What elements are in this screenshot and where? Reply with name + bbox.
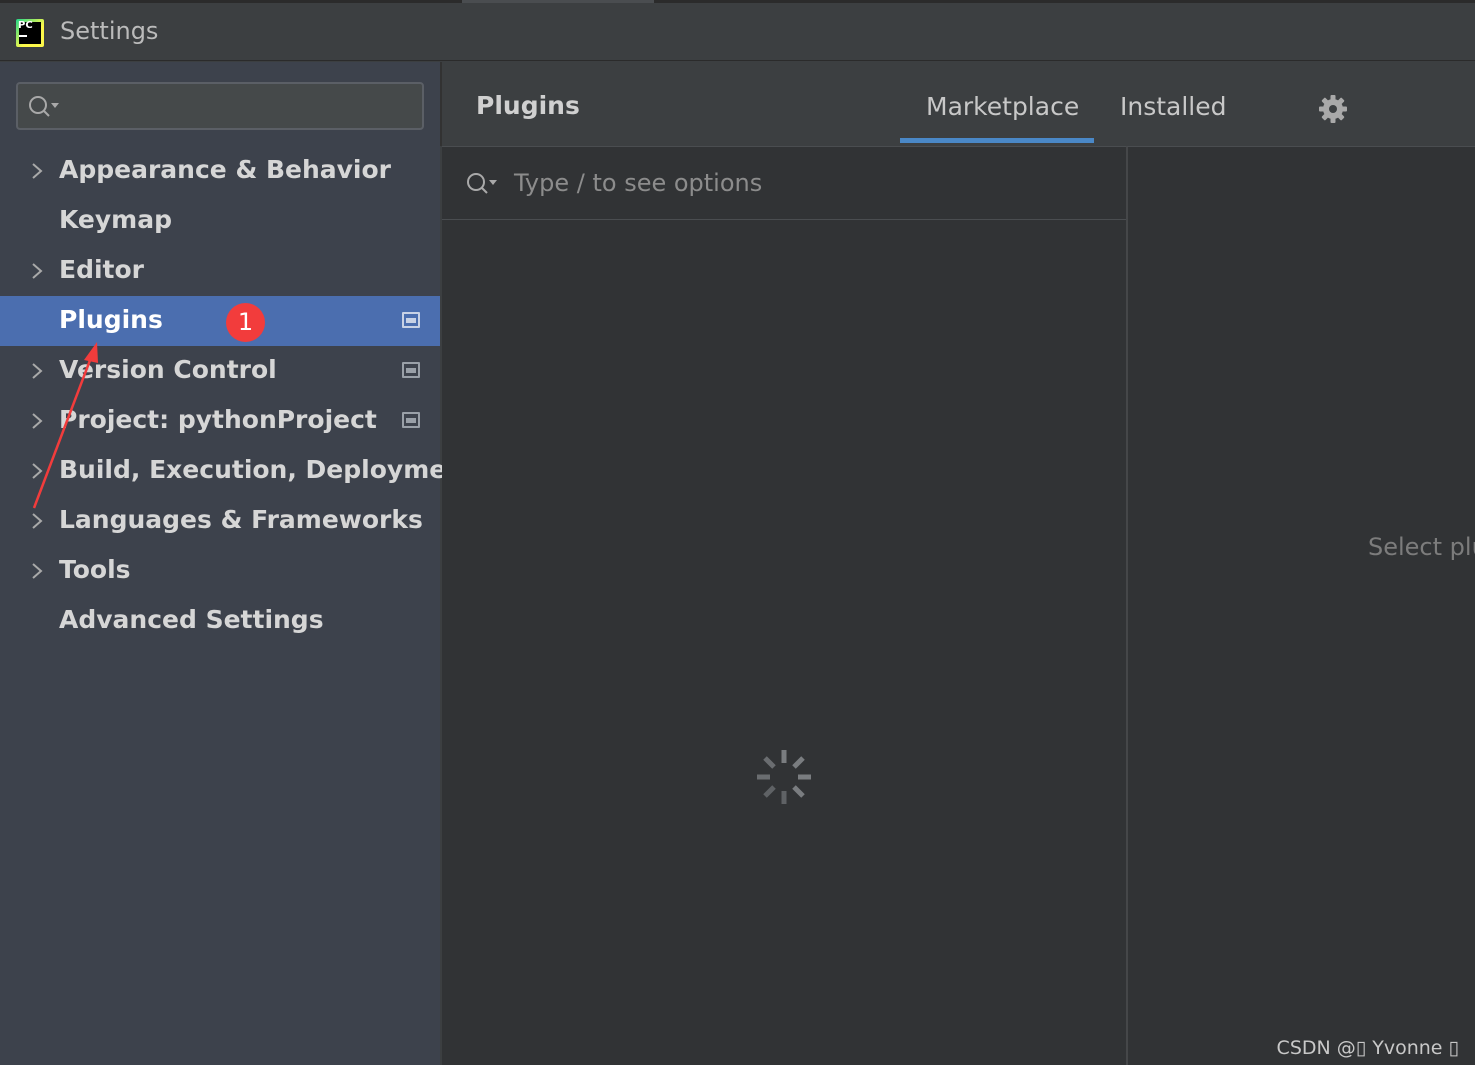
project-scope-icon [402,312,420,328]
tree-item-keymap[interactable]: Keymap [0,196,440,246]
chevron-right-icon[interactable] [30,262,44,280]
tab-marketplace[interactable]: Marketplace [926,92,1079,121]
project-scope-icon [402,362,420,378]
plugins-list-pane: Type / to see options [442,146,1126,1065]
tree-item-version-control[interactable]: Version Control [0,346,440,396]
pycharm-logo-icon: PC [16,19,44,47]
tree-item-label: Keymap [59,205,173,234]
tree-item-build-execution-deployment[interactable]: Build, Execution, Deployment [0,446,476,496]
chevron-right-icon[interactable] [30,462,44,480]
search-icon [29,96,59,117]
detail-empty-hint: Select plu [1368,533,1475,561]
search-icon [467,173,497,194]
chevron-right-icon[interactable] [30,512,44,530]
chevron-right-icon[interactable] [30,562,44,580]
title-bar: PC Settings [0,0,1475,61]
tree-item-label: Tools [59,555,131,584]
tree-item-label: Plugins [59,305,163,334]
settings-sidebar: Appearance & Behavior Keymap Editor Plug… [0,62,476,1065]
page-title: Plugins [476,91,580,120]
tree-item-editor[interactable]: Editor [0,246,440,296]
tree-item-label: Languages & Frameworks [59,505,423,534]
chevron-right-icon[interactable] [30,362,44,380]
title-bar-top-border [0,0,1475,3]
tab-installed[interactable]: Installed [1120,92,1227,121]
search-placeholder: Type / to see options [514,169,763,197]
sidebar-search-input[interactable] [16,82,424,130]
annotation-badge: 1 [226,303,265,342]
tree-item-label: Editor [59,255,144,284]
chevron-right-icon[interactable] [30,412,44,430]
tree-item-languages-frameworks[interactable]: Languages & Frameworks [0,496,440,546]
tree-item-tools[interactable]: Tools [0,546,440,596]
content-header: Plugins Marketplace Installed [440,62,1475,146]
loading-spinner-icon [757,750,811,804]
logo-text: PC [18,20,33,31]
settings-tree: Appearance & Behavior Keymap Editor Plug… [0,146,476,646]
gear-icon[interactable] [1318,94,1348,124]
chevron-right-icon[interactable] [30,162,44,180]
tree-item-appearance-behavior[interactable]: Appearance & Behavior [0,146,440,196]
plugin-detail-pane: Select plu [1126,146,1475,1065]
tree-item-label: Advanced Settings [59,605,324,634]
tree-item-plugins[interactable]: Plugins 1 [0,296,440,346]
active-tab-indicator [900,138,1094,143]
tree-item-label: Version Control [59,355,277,384]
tree-item-project[interactable]: Project: pythonProject [0,396,440,446]
tree-item-label: Project: pythonProject [59,405,377,434]
window-title: Settings [60,17,159,45]
watermark: CSDN @▯ Yvonne ▯ [1276,1037,1459,1059]
tree-item-label: Build, Execution, Deployment [59,455,476,484]
plugin-search-input[interactable]: Type / to see options [442,147,1126,220]
tree-item-advanced-settings[interactable]: Advanced Settings [0,596,440,646]
tree-item-label: Appearance & Behavior [59,155,391,184]
project-scope-icon [402,412,420,428]
